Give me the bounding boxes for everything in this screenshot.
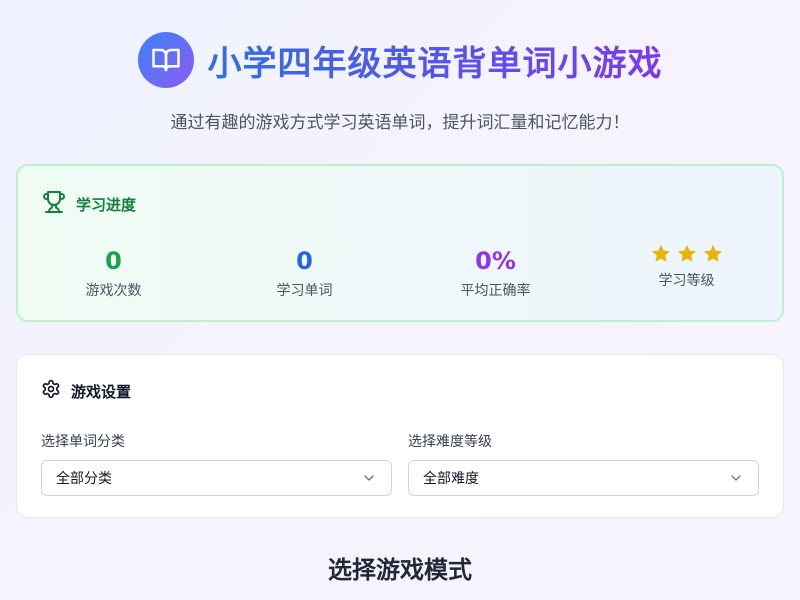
stat-value: 0% xyxy=(475,247,516,275)
page-title: 小学四年级英语背单词小游戏 xyxy=(208,36,663,85)
difficulty-select[interactable]: 全部难度 xyxy=(408,460,759,496)
difficulty-label: 选择难度等级 xyxy=(408,434,492,450)
star-icon xyxy=(651,244,670,262)
star-icon xyxy=(677,244,696,262)
stat-games-played: 0 游戏次数 xyxy=(18,244,209,300)
stat-label: 学习单词 xyxy=(276,283,333,299)
chevron-down-icon xyxy=(364,475,374,481)
page-subtitle: 通过有趣的游戏方式学习英语单词，提升词汇量和记忆能力！ xyxy=(170,113,630,133)
book-icon xyxy=(137,32,194,88)
progress-card: 学习进度 0 游戏次数 0 学习单词 0% 平均正确率 学习等级 xyxy=(16,164,784,322)
stat-label: 平均正确率 xyxy=(460,283,531,299)
category-select[interactable]: 全部分类 xyxy=(41,460,392,496)
game-modes-title: 选择游戏模式 xyxy=(328,556,472,584)
progress-header: 学习进度 xyxy=(42,190,136,218)
stat-label: 学习等级 xyxy=(658,273,715,289)
category-label: 选择单词分类 xyxy=(41,434,125,450)
difficulty-field: 选择难度等级 全部难度 xyxy=(408,431,759,496)
stat-words-learned: 0 学习单词 xyxy=(209,244,400,300)
gear-icon xyxy=(41,379,61,403)
settings-card: 游戏设置 选择单词分类 全部分类 选择难度等级 全部难度 xyxy=(16,354,784,518)
progress-title: 学习进度 xyxy=(76,195,137,214)
level-stars xyxy=(650,240,724,268)
stats-row: 0 游戏次数 0 学习单词 0% 平均正确率 学习等级 xyxy=(18,244,782,300)
settings-title: 游戏设置 xyxy=(71,382,132,401)
category-select-value: 全部分类 xyxy=(56,471,112,487)
settings-header: 游戏设置 xyxy=(41,379,131,403)
stat-level: 学习等级 xyxy=(591,244,782,300)
stat-accuracy: 0% 平均正确率 xyxy=(400,244,591,300)
star-icon xyxy=(703,244,722,262)
difficulty-select-value: 全部难度 xyxy=(423,471,479,487)
stat-value: 0 xyxy=(296,247,313,275)
trophy-icon xyxy=(42,190,66,218)
page-header: 小学四年级英语背单词小游戏 xyxy=(0,32,800,88)
category-field: 选择单词分类 全部分类 xyxy=(41,431,392,496)
chevron-down-icon xyxy=(731,475,741,481)
stat-label: 游戏次数 xyxy=(85,283,142,299)
stat-value: 0 xyxy=(105,247,122,275)
